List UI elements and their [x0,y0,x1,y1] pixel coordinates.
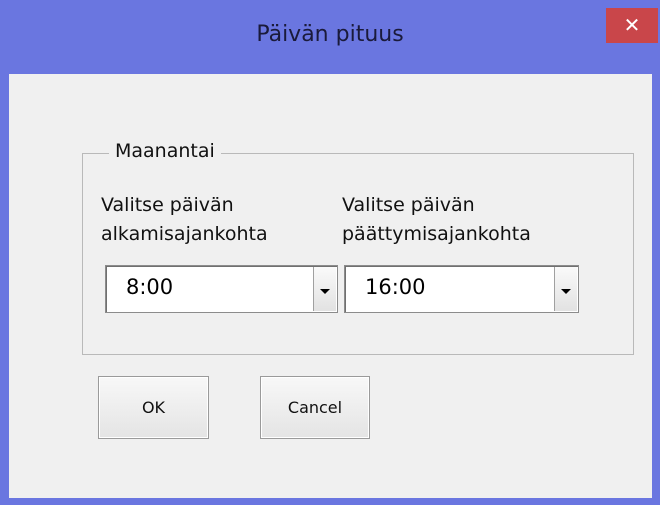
end-time-value: 16:00 [365,275,426,299]
start-time-dropdown-button[interactable] [313,267,336,311]
cancel-button[interactable]: Cancel [260,376,370,439]
start-time-label-line1: Valitse päivän [101,194,234,216]
close-button[interactable]: ✕ [606,8,658,43]
dialog-window: Päivän pituus ✕ Maanantai Valitse päivän… [0,0,660,505]
title-bar[interactable]: Päivän pituus ✕ [0,0,660,74]
end-time-label-line2: päättymisajankohta [342,223,531,245]
start-time-label-line2: alkamisajankohta [101,223,268,245]
end-time-dropdown-button[interactable] [554,267,577,311]
close-icon: ✕ [623,13,641,37]
window-title: Päivän pituus [256,22,404,47]
chevron-down-icon [561,289,571,294]
end-time-label-line1: Valitse päivän [342,194,475,216]
chevron-down-icon [320,289,330,294]
dialog-body: Maanantai Valitse päivän alkamisajankoht… [9,74,652,498]
ok-button[interactable]: OK [98,376,209,439]
day-groupbox: Maanantai Valitse päivän alkamisajankoht… [82,140,634,355]
groupbox-legend: Maanantai [109,140,221,162]
end-time-dropdown[interactable]: 16:00 [344,265,579,313]
start-time-dropdown[interactable]: 8:00 [105,265,338,313]
start-time-value: 8:00 [126,275,174,299]
